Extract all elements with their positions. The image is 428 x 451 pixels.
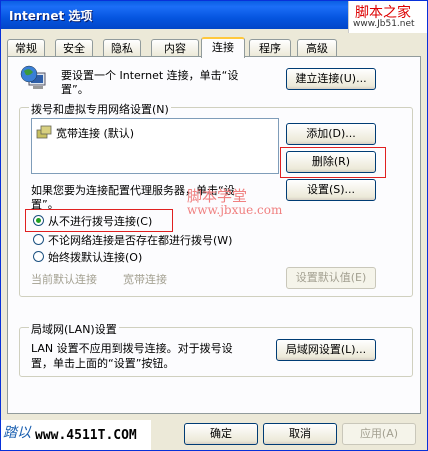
tab-privacy[interactable]: 隐私 [103,39,141,56]
highlight-box [280,147,386,178]
radio-never-dial-label[interactable]: 从不进行拨号连接(C) [48,213,152,229]
dialup-group-label: 拨号和虚拟专用网络设置(N) [29,101,171,117]
set-default-button[interactable]: 设置默认值(E) [286,267,376,289]
window-title: Internet 选项 [9,9,93,23]
bottom-watermark: 踏以 www.4511T.COM [1,420,151,450]
tab-connections[interactable]: 连接 [201,37,245,58]
radio-always-dial-default[interactable] [33,251,44,262]
lan-settings-button[interactable]: 局域网设置(L)... [276,339,376,361]
add-connection-button[interactable]: 添加(D)... [286,123,376,145]
tab-general[interactable]: 常规 [7,39,45,56]
current-default-label: 当前默认连接 [31,273,97,286]
globe-computer-icon [20,65,46,89]
lan-group-label: 局域网(LAN)设置 [29,321,119,337]
cancel-button[interactable]: 取消 [263,423,337,445]
current-default-value: 宽带连接 [123,273,167,286]
lan-text-line1: LAN 设置不应用到拨号连接。对于拨号设 [31,342,233,355]
tab-security[interactable]: 安全 [55,39,93,56]
watermark-url: www.Jb51.net [353,19,415,29]
radio-dial-whenever-label[interactable]: 不论网络连接是否存在都进行拨号(W) [48,232,232,248]
tab-programs[interactable]: 程序 [249,39,291,56]
dialup-settings-button[interactable]: 设置(S)... [286,179,376,201]
broadband-connection-icon [36,125,52,139]
tab-content[interactable]: 内容 [151,39,199,56]
tab-advanced[interactable]: 高级 [297,39,337,56]
radio-always-dial-default-label[interactable]: 始终拨默认连接(O) [48,249,142,265]
watermark-url: www.jbxue.com [187,203,283,217]
apply-button[interactable]: 应用(A) [342,423,416,445]
radio-never-dial[interactable] [33,215,44,226]
internet-options-window: Internet 选项 脚本之家 www.Jb51.net 常规 安全 隐私 内… [0,0,428,451]
setup-text-line2: 置”。 [61,83,89,96]
watermark-logo: 踏以 [3,425,31,441]
ok-button[interactable]: 确定 [184,423,258,445]
watermark-url: www.4511T.COM [35,428,137,443]
radio-dial-whenever[interactable] [33,234,44,245]
connections-listbox[interactable]: 宽带连接 (默认) [31,118,279,174]
setup-connection-button[interactable]: 建立连接(U)... [286,68,376,90]
corner-watermark: 脚本之家 www.Jb51.net [348,1,427,33]
connection-name: 宽带连接 (默认) [56,127,135,140]
lan-text-line2: 置，单击上面的“设置”按钮。 [31,357,175,370]
